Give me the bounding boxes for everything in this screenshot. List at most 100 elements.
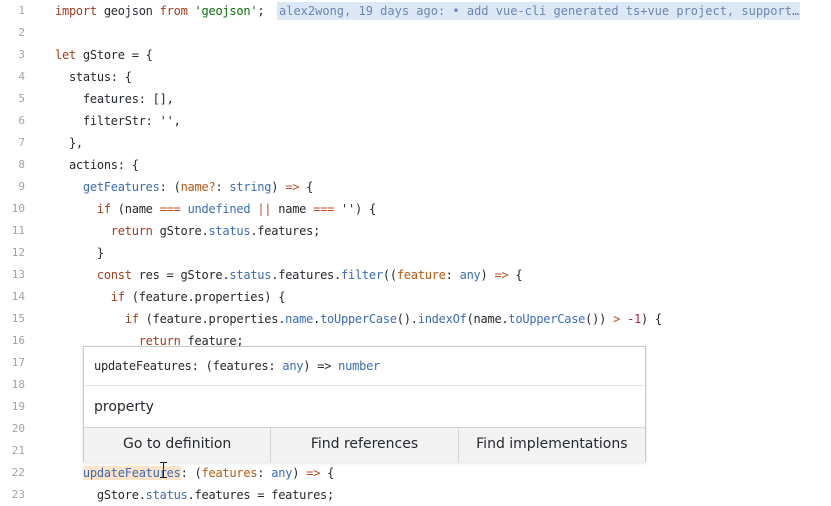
code-token: => [494,268,509,282]
code-text: const res = gStore.status.features.filte… [55,267,523,283]
line-number: 16 [11,334,25,347]
line-number: 20 [11,422,25,435]
code-token: '') { [334,202,376,216]
code-token: (). [396,312,418,326]
line-number: 5 [18,92,25,105]
signature-token: features [212,359,269,373]
code-token: filterStr: '', [55,114,181,128]
code-token: } [55,246,104,260]
code-token: > [613,312,621,326]
code-token: let [55,48,76,62]
code-line: 3 let gStore = { [0,44,831,66]
code-line: 2 [0,22,831,44]
signature-token: : [268,359,283,373]
code-token: if [96,202,111,216]
code-token: actions: { [55,158,139,172]
code-token: || [257,202,272,216]
line-number: 21 [11,444,25,457]
code-line: 12 } [0,242,831,264]
code-text: if (name === undefined || name === '') { [55,201,376,217]
code-token: filter [341,268,383,282]
line-number: 19 [11,400,25,413]
code-token: : [445,268,460,282]
line-number: 13 [11,268,25,281]
code-token: ; [257,4,265,18]
code-line: 7 }, [0,132,831,154]
code-line: 4 status: { [0,66,831,88]
find-implementations-button[interactable]: Find implementations [459,428,645,462]
code-token: (( [382,268,397,282]
code-text: let gStore = { [55,47,153,63]
code-token: feature [396,268,446,282]
code-token: name? [180,180,216,194]
code-token: features: [], [55,92,174,106]
code-token: . [313,312,321,326]
code-token: undefined [187,202,251,216]
go-to-definition-button[interactable]: Go to definition [84,428,272,462]
hover-kind-label: property [94,399,154,415]
line-number: 6 [18,114,25,127]
code-token: name [271,202,314,216]
code-token: .features. [271,268,341,282]
line-number: 7 [18,136,25,149]
code-token: import [55,4,97,18]
code-text: } [55,245,104,261]
code-token: (name [110,202,160,216]
line-number: 17 [11,356,25,369]
code-text: }, [55,135,83,151]
line-number: 22 [11,466,25,479]
code-token: === [313,202,335,216]
code-token: const [96,268,132,282]
code-token: if [110,290,125,304]
find-references-button[interactable]: Find references [271,428,459,462]
code-token: string [229,180,272,194]
code-token: from [159,4,188,18]
code-token: res = gStore. [131,268,230,282]
code-token: { [299,180,314,194]
code-text: if (feature.properties.name.toUpperCase(… [55,311,662,327]
code-token: indexOf [417,312,467,326]
hover-actions: Go to definition Find references Find im… [84,427,645,462]
code-line: 9 getFeatures: (name?: string) => { [0,176,831,198]
code-text: updateFeatures: (features: any) => { [55,465,334,481]
git-blame-annotation[interactable]: alex2wong, 19 days ago: • add vue-cli ge… [277,2,800,20]
code-text: if (feature.properties) { [55,289,286,305]
code-line: 11 return gStore.status.features; [0,220,831,242]
code-token: status [145,488,188,502]
hover-tooltip: updateFeatures: (features: any) => numbe… [83,346,646,462]
code-token: return [110,224,153,238]
code-token: getFeatures [82,180,160,194]
line-number: 3 [18,48,25,61]
code-text: features: [], [55,91,174,107]
code-token: === [159,202,181,216]
line-number: 8 [18,158,25,171]
line-number: 1 [18,4,25,17]
signature-token: updateFeatures [94,359,192,373]
text-cursor-icon [160,462,167,478]
code-token: status: { [55,70,132,84]
signature-token: : ( [191,359,213,373]
line-number: 12 [11,246,25,259]
code-token: geojson [96,4,160,18]
code-token: ) [292,466,307,480]
code-token: : [257,466,272,480]
code-token: gStore. [152,224,209,238]
code-line: 13 const res = gStore.status.features.fi… [0,264,831,286]
code-token: toUpperCase [320,312,397,326]
code-token: toUpperCase [508,312,586,326]
code-token: gStore = { [75,48,153,62]
signature-token: ) [303,359,318,373]
code-token: .features = features; [187,488,335,502]
code-line: 10 if (name === undefined || name === ''… [0,198,831,220]
code-text: filterStr: '', [55,113,181,129]
line-number: 4 [18,70,25,83]
signature-token: => [317,359,332,373]
signature-token: any [282,359,304,373]
